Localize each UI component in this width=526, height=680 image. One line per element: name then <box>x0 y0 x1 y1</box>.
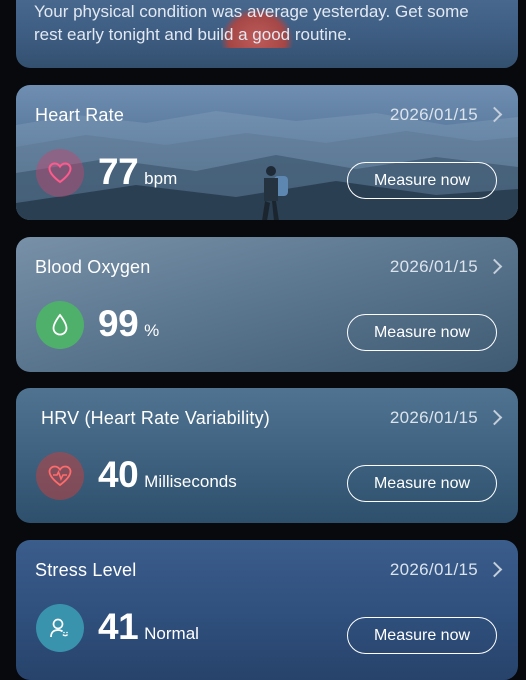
reading: 40 Milliseconds <box>98 454 237 496</box>
metric-unit: bpm <box>144 169 178 188</box>
metric-value: 41 <box>98 606 139 647</box>
blood-oxygen-card[interactable]: Blood Oxygen 2026/01/15 99 % Measure now <box>16 237 518 372</box>
heart-rate-card[interactable]: Heart Rate 2026/01/15 77 bpm Measure now <box>16 85 518 220</box>
card-date: 2026/01/15 <box>389 560 478 579</box>
metric-value: 99 <box>98 303 139 344</box>
stress-level-card[interactable]: Stress Level 2026/01/15 41 Normal Measur… <box>16 540 518 680</box>
chevron-right-icon[interactable] <box>486 561 503 578</box>
metric-unit: Normal <box>144 624 199 643</box>
summary-text: Your physical condition was average yest… <box>34 2 469 44</box>
card-date: 2026/01/15 <box>389 408 478 427</box>
heart-pulse-icon <box>36 452 84 500</box>
hrv-card[interactable]: HRV (Heart Rate Variability) 2026/01/15 … <box>16 388 518 523</box>
reading: 41 Normal <box>98 606 199 648</box>
chevron-right-icon[interactable] <box>486 258 503 275</box>
metric-unit: Milliseconds <box>144 472 237 491</box>
metric-unit: % <box>144 321 160 340</box>
measure-now-button[interactable]: Measure now <box>347 314 497 351</box>
card-title: Blood Oxygen <box>35 257 151 277</box>
person-mood-icon <box>36 604 84 652</box>
heart-icon <box>36 149 84 197</box>
measure-now-button[interactable]: Measure now <box>347 465 497 502</box>
metric-value: 40 <box>98 454 139 495</box>
reading: 99 % <box>98 303 159 345</box>
card-date: 2026/01/15 <box>389 257 478 276</box>
reading: 77 bpm <box>98 151 177 193</box>
metric-value: 77 <box>98 151 139 192</box>
measure-now-button[interactable]: Measure now <box>347 617 497 654</box>
card-title: Heart Rate <box>35 105 125 125</box>
chevron-right-icon[interactable] <box>486 409 503 426</box>
card-title: Stress Level <box>35 560 137 580</box>
card-date: 2026/01/15 <box>389 105 478 124</box>
droplet-icon <box>36 301 84 349</box>
summary-card: Your physical condition was average yest… <box>16 0 518 68</box>
measure-now-button[interactable]: Measure now <box>347 162 497 199</box>
hiker-figure <box>262 166 288 220</box>
card-title: HRV (Heart Rate Variability) <box>41 408 271 428</box>
